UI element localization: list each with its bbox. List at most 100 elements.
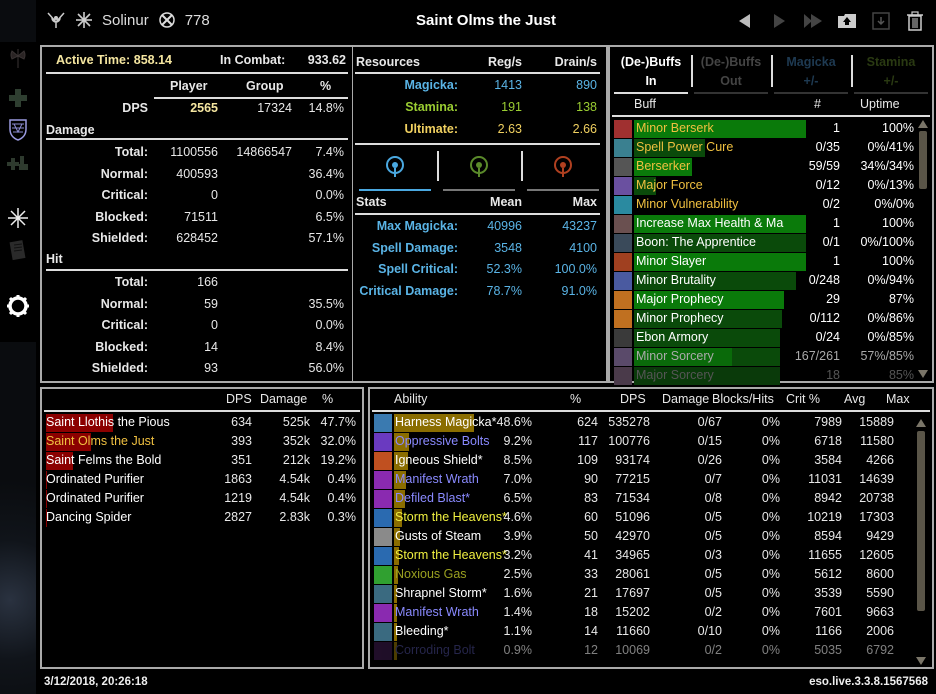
ability-scrollbar[interactable] (917, 431, 925, 611)
stats-title: Stats (356, 195, 387, 209)
ability-pct: 0.9% (503, 643, 533, 657)
divider (154, 97, 348, 99)
stat-label: Max Magicka: (376, 219, 458, 233)
buff-row[interactable]: Spell Power Cure 0/35 0%/41% (614, 138, 914, 157)
upload-button[interactable] (834, 8, 860, 34)
next-fight-button[interactable] (766, 8, 792, 34)
ability-row[interactable]: Igneous Shield* 8.5% 109 93174 0/26 0% 3584 426… (374, 451, 914, 470)
header-avg: Avg (844, 392, 866, 406)
buff-row[interactable]: Minor Sorcery 167/261 57%/85% (614, 347, 914, 366)
unit-row[interactable]: Dancing Spider 2827 2.83k 0.3% (46, 508, 356, 527)
unit-name: Saint Felms the Bold (46, 453, 162, 467)
stamina-stats-tab[interactable] (441, 149, 517, 191)
settings-tab[interactable] (6, 294, 30, 318)
header-drain: Drain/s (554, 55, 597, 69)
healing-tab[interactable] (6, 86, 30, 110)
ability-row[interactable]: Harness Magicka* 48.6% 624 535278 0/67 0% 7989… (374, 413, 914, 432)
ability-blocks-hits: 0/5 (704, 529, 722, 543)
scroll-up-arrow[interactable] (918, 120, 928, 128)
ability-name: Defiled Blast* (395, 491, 471, 505)
scroll-down-arrow[interactable] (916, 657, 926, 665)
damage-in-tab[interactable] (6, 118, 30, 142)
unit-row[interactable]: Saint Llothis the Pious 634 525k 47.7% (46, 413, 356, 432)
delete-button[interactable] (902, 8, 928, 34)
buff-row[interactable]: Boon: The Apprentice 0/1 0%/100% (614, 233, 914, 252)
buff-row[interactable]: Increase Max Health & Ma 1 100% (614, 214, 914, 233)
ability-blocks-hits: 0/5 (704, 586, 722, 600)
log-tab[interactable] (6, 238, 30, 262)
buff-row[interactable]: Minor Vulnerability 0/2 0%/0% (614, 195, 914, 214)
divider (46, 269, 348, 271)
ability-row[interactable]: Shrapnel Storm* 1.6% 21 17697 0/5 0% 3539 5590 (374, 584, 914, 603)
buff-count: 59/59 (808, 159, 840, 173)
buff-row[interactable]: Major Prophecy 29 87% (614, 290, 914, 309)
buff-row[interactable]: Minor Slayer 1 100% (614, 252, 914, 271)
previous-fight-button[interactable] (732, 8, 758, 34)
buff-tab-3[interactable]: Stamina +/- (854, 53, 928, 91)
save-button[interactable] (868, 8, 894, 34)
ability-row[interactable]: Bleeding* 1.1% 14 11660 0/10 0% 1166 2006 (374, 622, 914, 641)
cross-icon (9, 89, 27, 107)
unit-row[interactable]: Ordinated Purifier 1219 4.54k 0.4% (46, 489, 356, 508)
ability-avg: 7601 (814, 605, 842, 619)
ability-row[interactable]: Storm the Heavens* 4.6% 60 51096 0/5 0% 10219 1… (374, 508, 914, 527)
ability-row[interactable]: Manifest Wrath 7.0% 90 77215 0/7 0% 11031 14639 (374, 470, 914, 489)
health-stats-tab[interactable] (525, 149, 601, 191)
ability-blocks-hits: 0/5 (704, 567, 722, 581)
ability-row[interactable]: Manifest Wrath 1.4% 18 15202 0/2 0% 7601 9663 (374, 603, 914, 622)
ability-row[interactable]: Corroding Bolt 0.9% 12 10069 0/2 0% 5035 6792 (374, 641, 914, 660)
buff-tab-2[interactable]: Magicka +/- (774, 53, 848, 91)
fight-overview-tab[interactable] (6, 206, 30, 230)
buff-row[interactable]: Major Sorcery 18 85% (614, 366, 914, 385)
spark-icon (8, 208, 28, 228)
stat-max: 43237 (562, 219, 597, 233)
buff-tab-1[interactable]: (De-)Buffs Out (694, 53, 768, 91)
damage-out-tab[interactable] (6, 46, 30, 70)
tab-separator (851, 55, 853, 87)
scroll-up-arrow[interactable] (916, 419, 926, 427)
buff-row[interactable]: Minor Berserk 1 100% (614, 119, 914, 138)
ability-row[interactable]: Gusts of Steam 3.9% 50 42970 0/5 0% 8594 9429 (374, 527, 914, 546)
buff-scrollbar[interactable] (919, 131, 927, 189)
ability-row[interactable]: Defiled Blast* 6.5% 83 71534 0/8 0% 8942 20738 (374, 489, 914, 508)
buff-name: Minor Brutality (636, 273, 716, 287)
magicka-stats-tab[interactable] (357, 149, 433, 191)
hit-section-label: Hit (46, 252, 63, 266)
buff-uptime: 100% (882, 254, 914, 268)
group-tab[interactable] (6, 150, 30, 174)
buff-row[interactable]: Major Force 0/12 0%/13% (614, 176, 914, 195)
damage-row-pct: 0.0% (315, 188, 345, 202)
tab-underline (854, 92, 928, 94)
ability-crit: 0% (761, 586, 780, 600)
last-fight-button[interactable] (800, 8, 826, 34)
ability-blocks-hits: 0/2 (704, 605, 722, 619)
ability-icon (374, 623, 392, 641)
unit-dps: 1863 (224, 472, 252, 486)
buff-row[interactable]: Minor Prophecy 0/112 0%/86% (614, 309, 914, 328)
ability-row[interactable]: Oppressive Bolts 9.2% 117 100776 0/15 0% 6718 1… (374, 432, 914, 451)
damage-row-pct: 6.5% (315, 209, 345, 224)
buff-row[interactable]: Minor Brutality 0/248 0%/94% (614, 271, 914, 290)
divider (372, 410, 930, 412)
unit-row[interactable]: Ordinated Purifier 1863 4.54k 0.4% (46, 470, 356, 489)
buff-tab-0[interactable]: (De-)Buffs In (614, 53, 688, 91)
ability-damage: 535278 (608, 415, 650, 429)
header-group: Group (246, 79, 284, 93)
ability-dps: 117 (578, 434, 598, 448)
ability-max: 8600 (866, 567, 894, 581)
damage-row-group: 14866547 (236, 145, 292, 159)
unit-damage: 4.54k (279, 491, 310, 505)
ability-crit: 0% (761, 415, 780, 429)
unit-pct: 47.7% (320, 415, 356, 429)
scroll-down-arrow[interactable] (918, 370, 928, 378)
ability-row[interactable]: Storm the Heavens* 3.2% 41 34965 0/3 0% 11655 1… (374, 546, 914, 565)
unit-row[interactable]: Saint Felms the Bold 351 212k 19.2% (46, 451, 356, 470)
abilities-panel: Ability % DPS Damage Blocks/Hits Crit % … (368, 387, 934, 669)
buff-row[interactable]: Berserker 59/59 34%/34% (614, 157, 914, 176)
ability-row[interactable]: Noxious Gas 2.5% 33 28061 0/5 0% 5612 8600 (374, 565, 914, 584)
hit-row-label: Critical: (101, 318, 148, 332)
unit-row[interactable]: Saint Olms the Just 393 352k 32.0% (46, 432, 356, 451)
title-bar: Solinur 778 Saint Olms the Just (36, 0, 936, 42)
buff-name: Minor Berserk (636, 121, 714, 135)
buff-row[interactable]: Ebon Armory 0/24 0%/85% (614, 328, 914, 347)
